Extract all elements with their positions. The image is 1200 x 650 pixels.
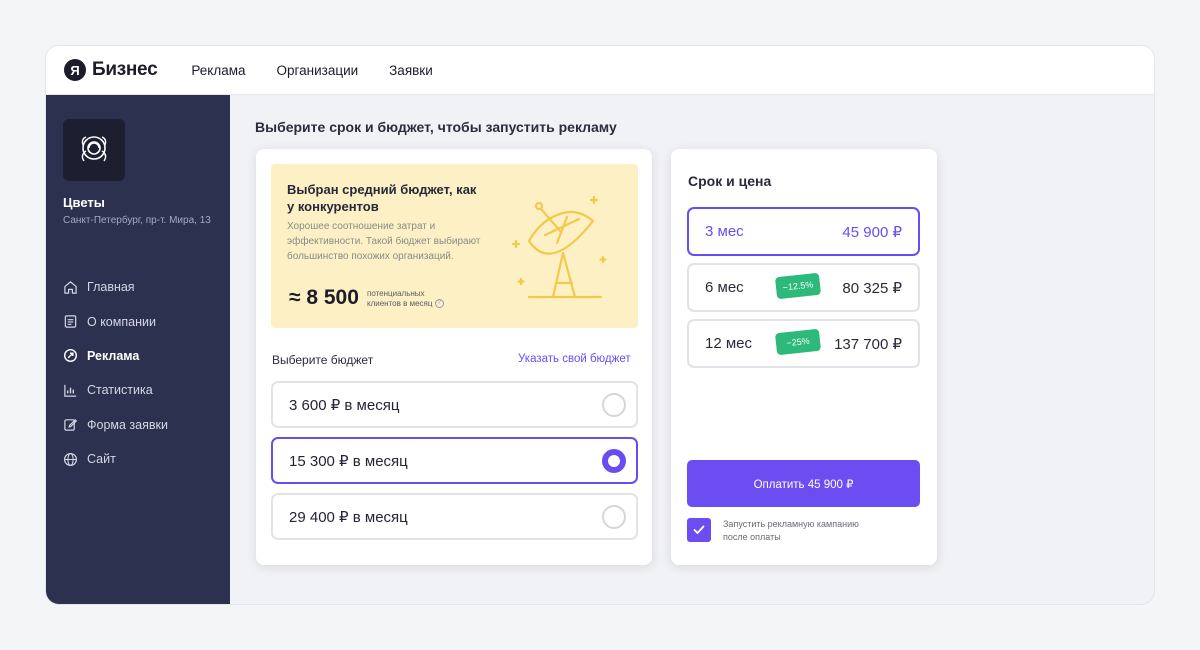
globe-icon <box>63 452 78 466</box>
pricing-card: Срок и цена 3 мес 45 900 ₽ 6 мес −12.5% … <box>671 149 937 565</box>
term-name: 6 мес <box>705 279 744 296</box>
term-name: 12 мес <box>705 335 753 352</box>
sidebar-nav: Главная О компании Реклама Статистика Фо… <box>63 270 168 476</box>
sidebar-item-label: Сайт <box>87 452 116 467</box>
radio-button-checked[interactable] <box>602 449 626 473</box>
org-logo <box>63 119 125 181</box>
chart-icon <box>64 384 77 397</box>
autostart-label: Запустить рекламную кампанию после оплат… <box>723 519 859 542</box>
term-name: 3 мес <box>705 223 744 240</box>
term-option[interactable]: 6 мес −12.5% 80 325 ₽ <box>687 263 920 312</box>
sidebar: Цветы Санкт-Петербург, пр-т. Мира, 13 Гл… <box>46 95 230 604</box>
flower-logo-icon <box>81 136 107 162</box>
budget-option-label: 29 400 ₽ в месяц <box>289 508 408 526</box>
budget-card: Выбран средний бюджет, как у конкурентов… <box>256 149 652 565</box>
sidebar-item-company[interactable]: О компании <box>63 304 168 338</box>
promo-title: Выбран средний бюджет, как у конкурентов <box>287 182 477 214</box>
promo-clients-value: ≈ 8 500 <box>289 286 359 309</box>
radio-button[interactable] <box>602 393 626 417</box>
sidebar-item-label: Главная <box>87 280 135 295</box>
term-price: 80 325 ₽ <box>842 280 902 297</box>
promo-description: Хорошее соотношение затрат и эффективнос… <box>287 221 481 262</box>
sidebar-item-label: О компании <box>87 314 156 329</box>
budget-option[interactable]: 29 400 ₽ в месяц <box>271 493 638 540</box>
sidebar-item-request-form[interactable]: Форма заявки <box>63 408 168 442</box>
sidebar-item-statistics[interactable]: Статистика <box>63 373 168 407</box>
brand-name: Бизнес <box>92 59 158 80</box>
sidebar-item-ads[interactable]: Реклама <box>63 339 168 373</box>
budget-option-label: 15 300 ₽ в месяц <box>289 452 408 470</box>
custom-budget-link[interactable]: Указать свой бюджет <box>518 353 631 365</box>
sidebar-item-label: Форма заявки <box>87 417 168 432</box>
top-nav: Реклама Организации Заявки <box>191 63 463 78</box>
budget-label: Выберите бюджет <box>272 353 374 367</box>
sidebar-item-home[interactable]: Главная <box>63 270 168 304</box>
help-icon[interactable]: ? <box>434 299 444 309</box>
page-title: Выберите срок и бюджет, чтобы запустить … <box>255 119 617 135</box>
pay-button[interactable]: Оплатить 45 900 ₽ <box>687 460 920 507</box>
ad-icon <box>63 349 78 363</box>
promo-clients-label: потенциальных клиентов в месяц <box>367 289 433 308</box>
topnav-requests[interactable]: Заявки <box>389 63 433 78</box>
term-price: 45 900 ₽ <box>842 224 902 241</box>
org-name: Цветы <box>63 195 105 210</box>
discount-badge: −25% <box>774 328 822 356</box>
budget-option-label: 3 600 ₽ в месяц <box>289 396 400 414</box>
brand-logo[interactable]: Я Бизнес <box>64 59 158 81</box>
yandex-logo-icon: Я <box>64 59 86 81</box>
checkmark-icon <box>693 525 705 534</box>
sidebar-item-site[interactable]: Сайт <box>63 442 168 476</box>
budget-option[interactable]: 3 600 ₽ в месяц <box>271 381 638 428</box>
document-icon <box>64 315 77 328</box>
discount-badge: −12.5% <box>774 272 822 300</box>
budget-option-selected[interactable]: 15 300 ₽ в месяц <box>271 437 638 484</box>
pricing-title: Срок и цена <box>688 173 772 189</box>
sidebar-item-label: Статистика <box>87 383 153 398</box>
top-bar: Я Бизнес Реклама Организации Заявки <box>46 46 1154 95</box>
org-address: Санкт-Петербург, пр-т. Мира, 13 <box>63 215 211 226</box>
app-window: Я Бизнес Реклама Организации Заявки Цвет… <box>45 45 1155 605</box>
topnav-ads[interactable]: Реклама <box>191 63 245 78</box>
satellite-dish-icon <box>511 195 607 299</box>
term-option-selected[interactable]: 3 мес 45 900 ₽ <box>687 207 920 256</box>
term-option[interactable]: 12 мес −25% 137 700 ₽ <box>687 319 920 368</box>
sidebar-item-label: Реклама <box>87 348 140 363</box>
topnav-organizations[interactable]: Организации <box>277 63 359 78</box>
promo-banner: Выбран средний бюджет, как у конкурентов… <box>271 164 638 328</box>
autostart-checkbox[interactable] <box>687 518 711 542</box>
radio-button[interactable] <box>602 505 626 529</box>
term-price: 137 700 ₽ <box>834 336 902 353</box>
promo-clients-caption: потенциальных клиентов в месяц ? <box>367 289 457 309</box>
edit-icon <box>64 419 78 431</box>
home-icon <box>64 280 77 294</box>
